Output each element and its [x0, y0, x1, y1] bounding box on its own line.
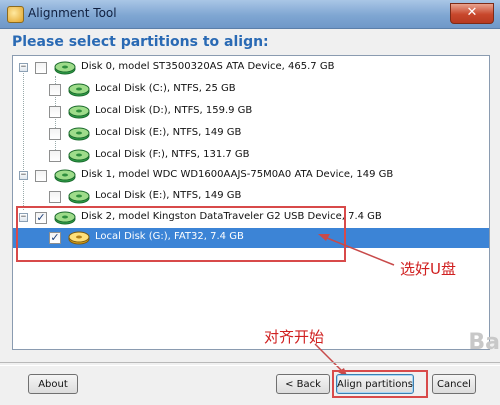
alignment-tool-window: Alignment Tool ✕ Please select partition…	[0, 0, 500, 405]
about-button[interactable]: About	[28, 374, 78, 394]
annotation-arrows	[314, 234, 395, 378]
arrow-head-icon	[318, 234, 330, 241]
annotation-start-align: 对齐开始	[264, 328, 325, 346]
watermark: Ba	[468, 330, 500, 355]
annotation-highlight-box	[332, 370, 428, 398]
back-button[interactable]: < Back	[276, 374, 330, 394]
divider	[0, 362, 500, 366]
annotation-select-usb: 选好U盘	[400, 260, 456, 278]
annotation-arrow	[321, 235, 395, 266]
cancel-button[interactable]: Cancel	[432, 374, 476, 394]
